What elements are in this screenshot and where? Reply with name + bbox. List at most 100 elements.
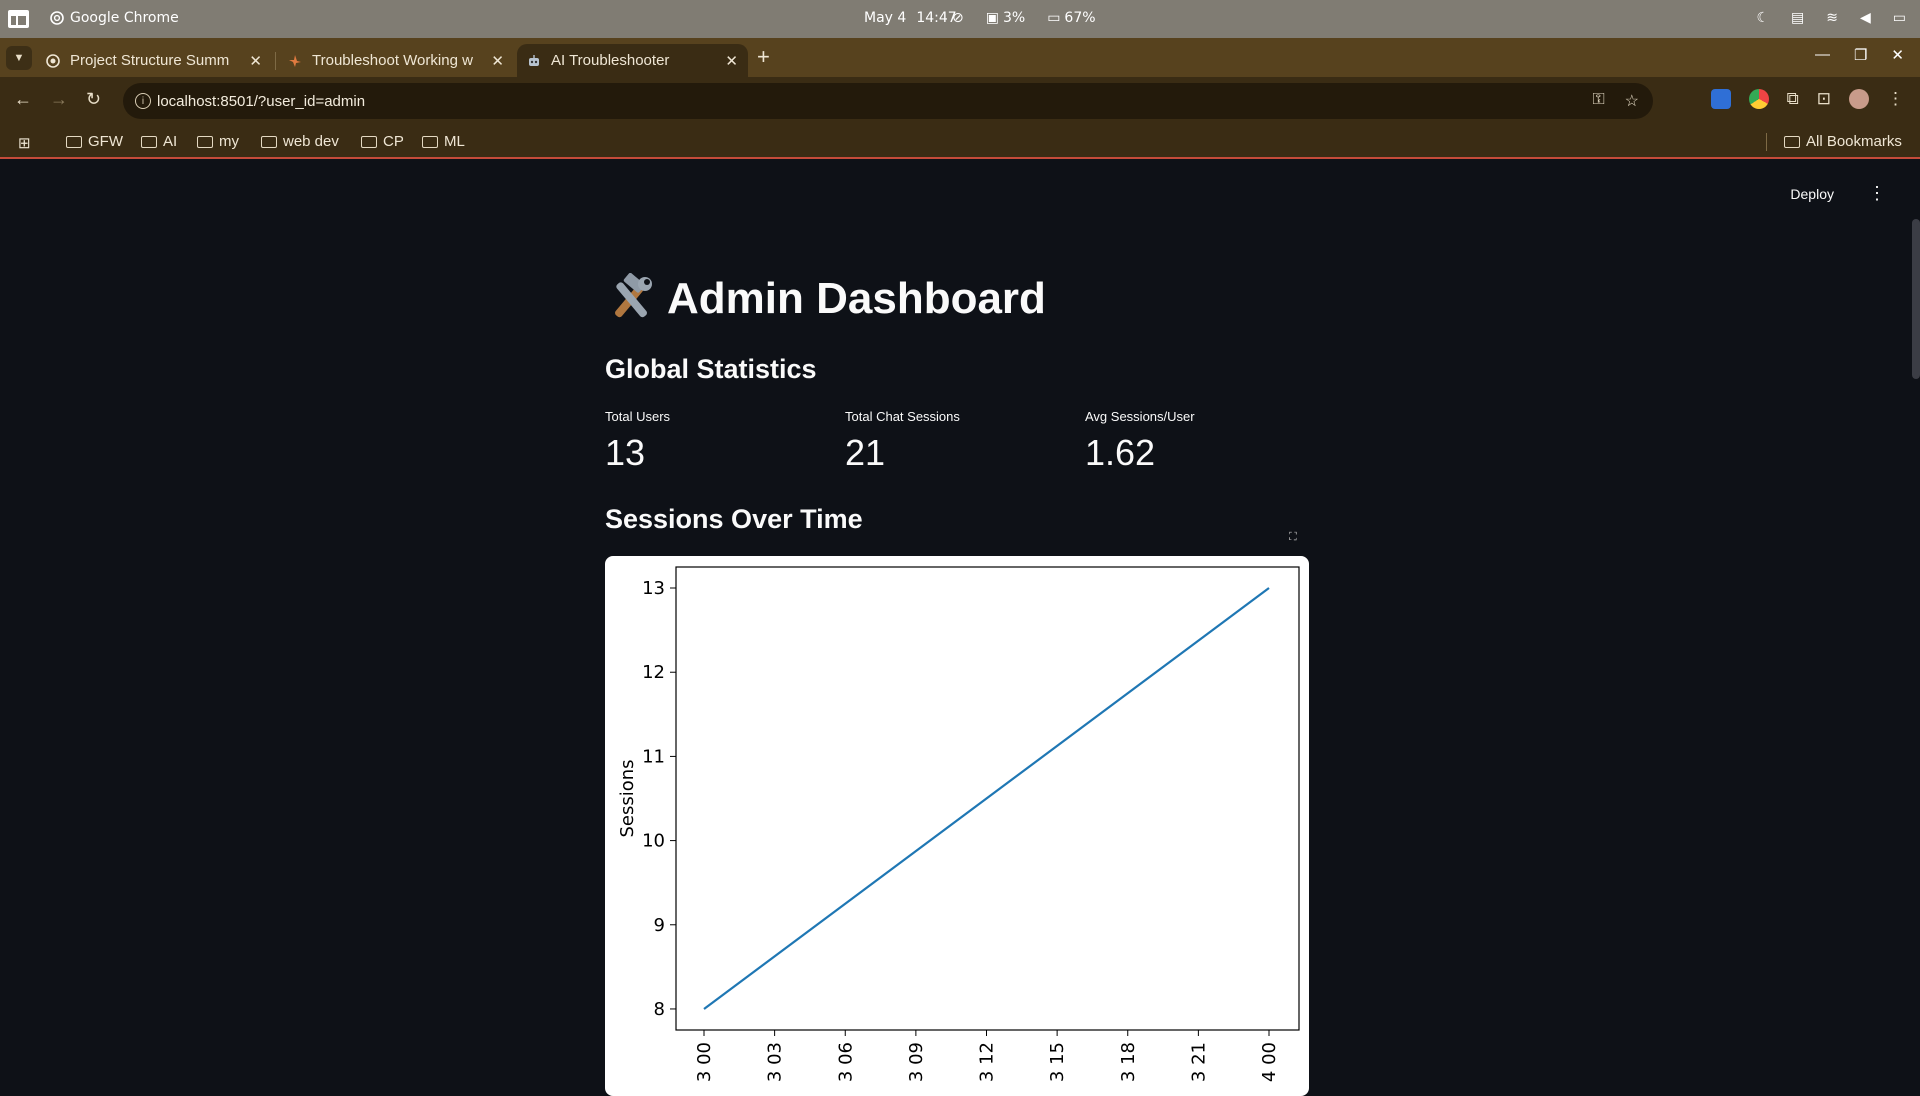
address-bar[interactable]: i localhost:8501/?user_id=admin ⚿ ☆ [123,83,1653,119]
metric-label: Avg Sessions/User [1085,409,1195,424]
tab-divider [275,52,276,70]
close-icon[interactable]: ✕ [725,52,738,70]
active-app[interactable]: Google Chrome [50,10,179,26]
window-controls: — ❐ ✕ [1815,46,1904,64]
cpu-indicator: ▣ 3% [986,10,1025,26]
bookmark-folder[interactable]: CP [361,133,404,150]
bookmarks-bar: ⊞ GFW AI my web dev CP ML All Bookmarks [0,125,1920,159]
chart-heading: Sessions Over Time [605,504,863,534]
chrome-menu-icon[interactable]: ⋮ [1887,89,1904,109]
tab-troubleshoot[interactable]: Troubleshoot Working w ✕ [278,44,514,77]
metric-total-sessions: Total Chat Sessions 21 [845,409,960,474]
url-text: localhost:8501/?user_id=admin [157,92,366,110]
time-label: 14:47 [916,10,957,26]
battery-indicator: ▭ 67% [1047,10,1095,26]
x-tick-label: 3 15 [1047,1042,1068,1082]
volume-icon[interactable]: ◀ [1860,10,1871,26]
x-tick-label: 3 21 [1188,1042,1209,1082]
new-tab-button[interactable]: + [757,44,770,70]
tab-title: AI Troubleshooter [551,52,670,69]
all-bookmarks-label: All Bookmarks [1806,133,1902,150]
power-icon[interactable]: ▭ [1893,10,1906,26]
x-tick-label: 3 18 [1118,1042,1139,1082]
clock[interactable]: May 4 14:47 [864,10,957,26]
minimize-icon[interactable]: — [1815,46,1830,64]
claude-favicon-icon [289,54,301,67]
robot-favicon-icon [529,54,539,66]
site-info-icon[interactable]: i [135,93,151,109]
tab-project-structure[interactable]: Project Structure Summ ✕ [36,44,272,77]
metric-total-users: Total Users 13 [605,409,670,474]
sessions-chart: 8 9 10 11 12 13 3 00 3 03 3 06 3 09 3 12 3 15 3 18 3 … [605,556,1309,1096]
x-tick-label: 3 00 [694,1042,715,1082]
streamlit-app: Deploy ⋮ Admin Dashboard Global Statisti… [0,161,1920,1096]
bookmark-label: ML [444,133,465,150]
reload-icon[interactable]: ↻ [86,89,101,110]
y-tick-label: 13 [642,578,665,599]
folder-icon [422,135,438,148]
apps-grid-icon[interactable]: ⊞ [18,134,31,152]
x-tick-label: 3 12 [977,1042,998,1082]
folder-icon [66,135,82,148]
metric-value: 1.62 [1085,432,1156,473]
tab-ai-troubleshooter[interactable]: AI Troubleshooter ✕ [517,44,748,77]
extension-translate-icon[interactable] [1710,89,1731,109]
metric-label: Total Users [605,409,671,424]
bookmark-folder[interactable]: GFW [66,133,123,150]
tab-strip: ▼ Project Structure Summ ✕ Troubleshoot … [0,38,1920,77]
bookmark-star-icon[interactable]: ☆ [1625,91,1639,111]
all-bookmarks[interactable]: All Bookmarks [1784,133,1902,150]
bookmark-folder[interactable]: AI [141,133,177,150]
folder-icon [141,135,157,148]
metric-label: Total Chat Sessions [845,409,960,424]
bookmark-label: CP [383,133,404,150]
y-tick-label: 8 [654,999,665,1020]
clipboard-icon[interactable]: ▤ [1791,10,1804,26]
page-title: Admin Dashboard [605,273,1046,325]
folder-icon [361,135,377,148]
back-arrow-icon[interactable]: ← [14,89,32,110]
night-mode-icon[interactable]: ☾ [1756,10,1769,26]
activities-icon[interactable] [8,10,29,28]
close-window-icon[interactable]: ✕ [1891,46,1904,64]
system-status: ⊘ ▣ 3% ▭ 67% [952,10,1096,26]
cpu-label: 3% [1002,10,1026,26]
bookmark-folder[interactable]: ML [422,133,465,150]
close-icon[interactable]: ✕ [491,52,504,70]
puzzle-icon[interactable]: ⧉ [1787,89,1799,109]
extension-color-icon[interactable] [1748,89,1769,109]
restore-icon[interactable]: ❐ [1854,46,1867,64]
page-scrollbar[interactable] [1912,219,1920,379]
bookmark-folder[interactable]: my [197,133,239,150]
folder-icon [197,135,213,148]
tab-title: Troubleshoot Working w [312,52,473,69]
chrome-icon [50,11,64,25]
system-tray: ☾ ▤ ≋ ◀ ▭ [1756,10,1906,26]
password-key-icon[interactable]: ⚿ [1592,91,1604,111]
mute-notifications-icon: ⊘ [952,10,964,26]
bookmark-label: web dev [283,133,339,150]
screenshot-icon[interactable]: ⊡ [1817,89,1831,109]
fullscreen-icon[interactable]: ⛶ [1289,531,1297,544]
metric-value: 21 [845,432,886,473]
app-name-label: Google Chrome [70,10,179,26]
tab-search-button[interactable]: ▼ [6,46,32,70]
deploy-button[interactable]: Deploy [1790,186,1834,202]
hammer-and-wrench-icon [615,273,652,318]
y-tick-label: 12 [642,662,665,683]
close-icon[interactable]: ✕ [249,52,262,70]
forward-arrow-icon[interactable]: → [50,89,68,110]
metric-value: 13 [605,432,646,473]
bookmark-folder[interactable]: web dev [261,133,339,150]
main-menu-icon[interactable]: ⋮ [1868,183,1886,204]
date-label: May 4 [864,10,907,26]
extensions-area: ⧉ ⊡ ⋮ [1710,89,1904,109]
stats-heading: Global Statistics [605,354,817,384]
chart-svg: 8 9 10 11 12 13 3 00 3 03 3 06 3 09 3 12 3 15 3 18 3 … [617,566,1300,1082]
battery-label: 67% [1064,10,1096,26]
profile-avatar[interactable] [1849,89,1869,109]
cpu-icon: ▣ [985,10,999,26]
battery-icon: ▭ [1047,10,1061,26]
y-axis-label: Sessions [617,759,638,837]
wifi-icon[interactable]: ≋ [1826,10,1838,26]
